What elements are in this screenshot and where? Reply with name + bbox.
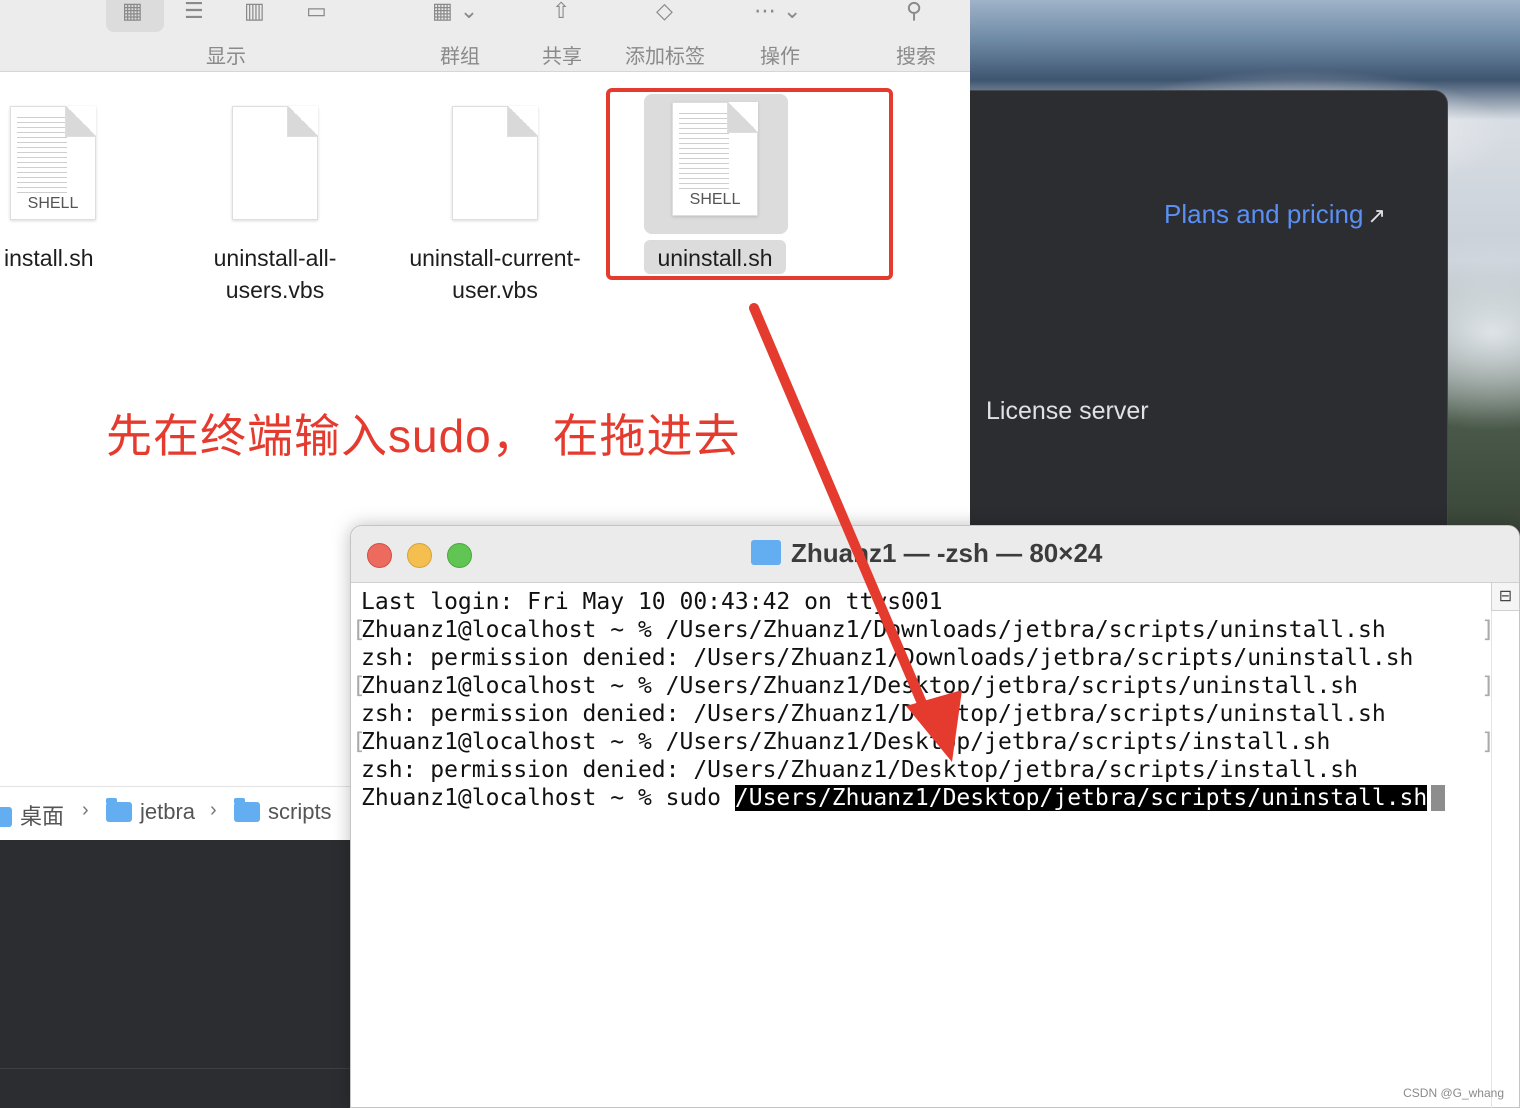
terminal-title: Zhuanz1 — -zsh — 80×24 [791,538,1103,568]
group-label: 群组 [440,46,480,68]
file-icon-install-sh[interactable]: SHELL [10,106,96,220]
view-label: 显示 [206,46,246,68]
background-ide-panel [0,840,350,1108]
terminal-selected-input[interactable]: /Users/Zhuanz1/Desktop/jetbra/scripts/un… [734,785,1428,811]
path-item-jetbra[interactable]: jetbra [106,798,196,825]
annotation-caption: 先在终端输入sudo， 在拖进去 [106,410,741,462]
path-item-label: scripts [268,799,332,824]
bracket-mark: ] [1481,673,1495,699]
finder-path-bar: 桌面 › jetbra › scripts [0,786,350,840]
scrollbar-track[interactable] [1491,611,1519,1108]
gallery-view-icon[interactable]: ▭ [306,0,327,24]
split-pane-icon[interactable]: ⊟ [1491,583,1519,611]
action-label: 操作 [760,46,800,68]
chevron-right-icon: › [82,799,89,821]
file-name-line: users.vbs [225,277,325,303]
share-icon[interactable]: ⇧ [552,0,570,24]
file-name-line: uninstall-current- [409,245,581,271]
external-link-icon: ↗ [1367,203,1386,228]
bracket-mark: [ [352,617,366,643]
terminal-line-wrap: [Zhuanz1@localhost ~ % /Users/Zhuanz1/Do… [352,616,1495,644]
plans-and-pricing-label[interactable]: Plans and pricing [1164,199,1363,229]
terminal-line: Zhuanz1@localhost ~ % /Users/Zhuanz1/Dow… [361,617,1386,643]
annotation-highlight-box [606,88,893,280]
terminal-line: zsh: permission denied: /Users/Zhuanz1/D… [361,757,1358,783]
path-item-scripts[interactable]: scripts [234,798,332,825]
terminal-prompt: Zhuanz1@localhost ~ % sudo [361,785,735,811]
folder-icon [751,540,781,565]
terminal-line: Zhuanz1@localhost ~ % /Users/Zhuanz1/Des… [361,673,1358,699]
bracket-mark: [ [352,729,366,755]
terminal-line-wrap: [Zhuanz1@localhost ~ % /Users/Zhuanz1/De… [352,672,1495,700]
terminal-titlebar: Zhuanz1 — -zsh — 80×24 [351,526,1519,583]
terminal-window: Zhuanz1 — -zsh — 80×24 ⊟ Last login: Fri… [350,525,1520,1108]
watermark: CSDN @G_whang [1403,1086,1504,1100]
chevron-right-icon: › [210,799,217,821]
file-icon-uninstall-all-users[interactable] [232,106,318,220]
folder-icon [234,798,260,822]
bracket-mark: ] [1481,617,1495,643]
terminal-output[interactable]: Last login: Fri May 10 00:43:42 on ttys0… [352,588,1495,812]
terminal-cursor [1431,785,1446,811]
path-item-label: 桌面 [20,804,65,829]
close-button[interactable] [367,543,392,568]
share-label: 共享 [542,46,582,68]
license-server-option[interactable]: License server [986,397,1149,426]
terminal-line: Last login: Fri May 10 00:43:42 on ttys0… [361,589,943,615]
zoom-button[interactable] [447,543,472,568]
tag-icon[interactable]: ◇ [656,0,673,24]
file-name-uninstall-all-users[interactable]: uninstall-all- users.vbs [195,242,355,306]
finder-toolbar: ▦ ☰ ▥ ▭ 显示 ▦ ⌄ 群组 ⇧ 共享 ◇ 添加标签 ⋯ ⌄ 操作 ⚲ 搜… [0,0,970,72]
search-icon[interactable]: ⚲ [906,0,922,24]
terminal-line: zsh: permission denied: /Users/Zhuanz1/D… [361,645,1414,671]
file-name-uninstall-current-user[interactable]: uninstall-current- user.vbs [390,242,600,306]
action-icon[interactable]: ⋯ ⌄ [754,0,801,24]
terminal-line: Zhuanz1@localhost ~ % /Users/Zhuanz1/Des… [361,729,1331,755]
path-item-desktop[interactable]: 桌面 [0,799,64,831]
file-name-line: user.vbs [452,277,538,303]
terminal-line: zsh: permission denied: /Users/Zhuanz1/D… [361,701,1386,727]
icon-view-icon[interactable]: ▦ [122,0,143,24]
file-name-install-sh[interactable]: install.sh [4,242,93,274]
column-view-icon[interactable]: ▥ [244,0,265,24]
file-name-line: uninstall-all- [213,245,337,271]
terminal-current-line: Zhuanz1@localhost ~ % sudo /Users/Zhuanz… [361,784,1446,812]
folder-icon [106,798,132,822]
shell-badge: SHELL [27,195,79,212]
bracket-mark: [ [352,673,366,699]
tag-label: 添加标签 [625,46,705,68]
path-item-label: jetbra [140,799,196,824]
group-icon[interactable]: ▦ ⌄ [432,0,478,24]
folder-icon [0,807,12,827]
minimize-button[interactable] [407,543,432,568]
search-label: 搜索 [896,46,936,68]
terminal-line-wrap: [Zhuanz1@localhost ~ % /Users/Zhuanz1/De… [352,728,1495,756]
plans-and-pricing-link[interactable]: Plans and pricing ↗ [1164,199,1386,230]
file-icon-uninstall-current-user[interactable] [452,106,538,220]
bracket-mark: ] [1481,729,1495,755]
list-view-icon[interactable]: ☰ [184,0,204,24]
